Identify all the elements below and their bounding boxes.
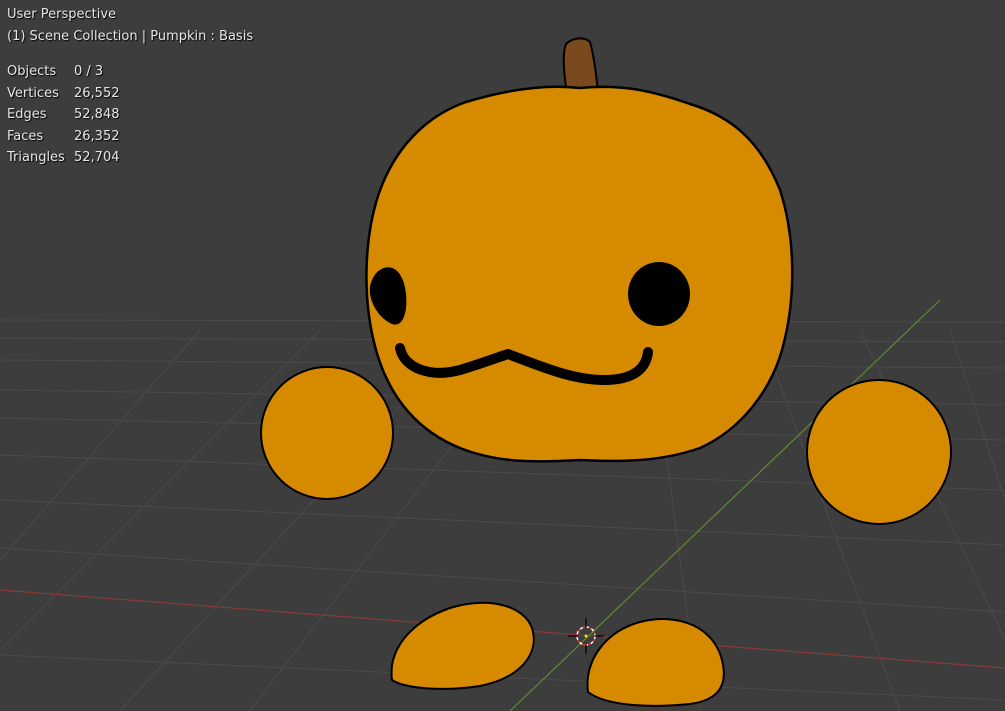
stat-value: 26,352 xyxy=(74,128,120,144)
left-foot[interactable] xyxy=(390,601,535,690)
stat-value: 0 / 3 xyxy=(74,64,104,80)
stat-row-edges: Edges 52,848 xyxy=(7,104,120,126)
collection-info-label: (1) Scene Collection | Pumpkin : Basis xyxy=(7,29,254,44)
3d-viewport[interactable]: User Perspective (1) Scene Collection | … xyxy=(0,0,1005,711)
pumpkin-stem xyxy=(562,37,600,94)
stat-row-faces: Faces 26,352 xyxy=(7,126,120,148)
stat-label: Edges xyxy=(7,107,47,123)
right-hand-sphere[interactable] xyxy=(806,379,952,525)
stat-row-triangles: Triangles 52,704 xyxy=(7,147,120,169)
stat-value: 52,848 xyxy=(74,107,120,123)
stat-value: 52,704 xyxy=(74,150,120,166)
stat-label: Objects xyxy=(7,64,57,80)
stat-row-objects: Objects 0 / 3 xyxy=(7,61,120,83)
right-eye xyxy=(628,262,690,326)
scene-statistics: Objects 0 / 3 Vertices 26,552 Edges 52,8… xyxy=(7,61,120,169)
left-hand-sphere[interactable] xyxy=(260,366,394,500)
right-foot[interactable] xyxy=(586,618,725,707)
stat-value: 26,552 xyxy=(74,85,120,101)
view-perspective-label: User Perspective xyxy=(7,7,117,22)
stat-label: Faces xyxy=(7,128,44,144)
pumpkin-body xyxy=(365,85,794,463)
pumpkin-head[interactable] xyxy=(365,37,794,463)
stat-label: Triangles xyxy=(7,150,65,166)
viewport-scene[interactable] xyxy=(0,0,1005,711)
stat-row-vertices: Vertices 26,552 xyxy=(7,83,120,105)
stat-label: Vertices xyxy=(7,85,59,101)
